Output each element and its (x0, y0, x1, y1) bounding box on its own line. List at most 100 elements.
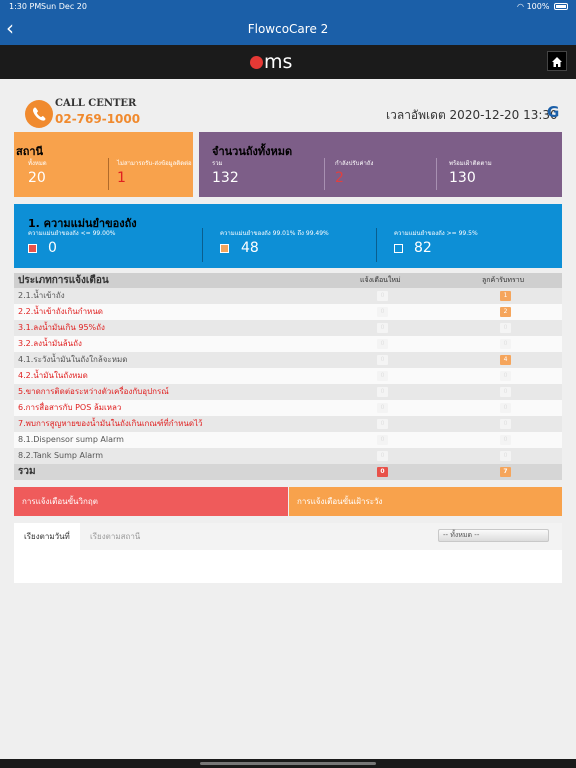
ack-count: 4 (500, 355, 511, 365)
table-row[interactable]: 3.1.ลงน้ำมันเกิน 95%ถัง 0 0 (14, 320, 562, 336)
tanks-adjust-label: กำลังปรับค่าถัง (335, 160, 374, 167)
new-count: 0 (377, 435, 388, 445)
alert-table: ประเภทการแจ้งเตือน แจ้งเตือนใหม่ ลูกค้าร… (14, 273, 562, 480)
update-time: เวลาอัพเดต 2020-12-20 13:30 (386, 108, 558, 122)
call-center-bar: CALL CENTER 02-769-1000 เวลาอัพเดต 2020-… (14, 95, 562, 131)
col-ack-header: ลูกค้ารับทราบ (482, 276, 525, 284)
home-indicator-bar (0, 759, 576, 768)
table-row[interactable]: 4.2.น้ำมันในถังหมด 0 0 (14, 368, 562, 384)
battery-percent: 100% (526, 2, 550, 11)
sort-panel: เรียงตามวันที่ เรียงตามสถานี -- ทั้งหมด … (14, 523, 562, 583)
row-label: 5.ขาดการติดต่อระหว่างตัวเครื่องกับอุปกรณ… (18, 387, 169, 396)
accuracy-high-label: ความแม่นยำของถัง >= 99.5% (394, 230, 478, 237)
accuracy-mid-value: 48 (241, 240, 259, 256)
tanks-ready-value: 130 (449, 170, 476, 186)
table-row[interactable]: 6.การสื่อสารกับ POS ล้มเหลว 0 0 (14, 400, 562, 416)
tab-sort-by-station[interactable]: เรียงตามสถานี (80, 523, 200, 550)
total-ack-count: 7 (500, 467, 511, 477)
critical-alerts-button[interactable]: การแจ้งเตือนขั้นวิกฤต (14, 487, 288, 516)
accuracy-high-value: 82 (414, 240, 432, 256)
accuracy-low-value: 0 (48, 240, 57, 256)
tanks-card[interactable]: จำนวนถังทั้งหมด รวม 132 กำลังปรับค่าถัง … (199, 132, 562, 197)
divider (324, 158, 325, 190)
row-label: 7.พบการสูญหายของน้ำมันในถังเกินเกณฑ์ที่ก… (18, 419, 203, 428)
total-label: รวม (18, 466, 36, 477)
row-label: 2.1.น้ำเข้าถัง (18, 291, 65, 300)
table-row[interactable]: 4.1.ระวังน้ำมันในถังใกล้จะหมด 0 4 (14, 352, 562, 368)
new-count: 0 (377, 291, 388, 301)
status-right: ◠ 100% (517, 2, 568, 11)
table-row[interactable]: 2.2.น้ำเข้าถังเกินกำหนด 0 2 (14, 304, 562, 320)
row-label: 8.2.Tank Sump Alarm (18, 451, 104, 460)
table-row[interactable]: 2.1.น้ำเข้าถัง 0 1 (14, 288, 562, 304)
new-count: 0 (377, 323, 388, 333)
home-button[interactable] (547, 51, 567, 71)
ack-count: 0 (500, 451, 511, 461)
ack-count: 0 (500, 339, 511, 349)
tab-sort-by-date[interactable]: เรียงตามวันที่ (14, 523, 80, 550)
new-count: 0 (377, 451, 388, 461)
ack-count: 0 (500, 371, 511, 381)
new-count: 0 (377, 307, 388, 317)
divider (108, 158, 109, 190)
tanks-total-label: รวม (212, 160, 223, 167)
ack-count: 1 (500, 291, 511, 301)
new-count: 0 (377, 371, 388, 381)
red-square-icon (28, 244, 37, 253)
warning-alerts-button[interactable]: การแจ้งเตือนขั้นเฝ้าระวัง (289, 487, 562, 516)
new-count: 0 (377, 339, 388, 349)
table-row[interactable]: 8.2.Tank Sump Alarm 0 0 (14, 448, 562, 464)
accuracy-card[interactable]: 1. ความแม่นยำของถัง ความแม่นยำของถัง <= … (14, 204, 562, 268)
row-label: 3.1.ลงน้ำมันเกิน 95%ถัง (18, 323, 105, 332)
phone-icon[interactable] (25, 100, 53, 128)
wifi-icon: ◠ (517, 2, 525, 11)
ack-count: 0 (500, 435, 511, 445)
stations-card[interactable]: สถานี ทั้งหมด 20 ไม่สามารถรับ-ส่งข้อมูลต… (14, 132, 193, 197)
orange-square-icon (220, 244, 229, 253)
station-filter-select[interactable]: -- ทั้งหมด -- (438, 529, 549, 542)
row-label: 3.2.ลงน้ำมันล้นถัง (18, 339, 82, 348)
status-time: 1:30 PM (9, 2, 42, 11)
new-count: 0 (377, 387, 388, 397)
call-center-title: CALL CENTER (55, 98, 137, 109)
table-row[interactable]: 5.ขาดการติดต่อระหว่างตัวเครื่องกับอุปกรณ… (14, 384, 562, 400)
divider (376, 228, 377, 262)
tanks-ready-label: พร้อมเฝ้าติดตาม (449, 160, 492, 167)
status-bar: 1:30 PM Sun Dec 20 ◠ 100% (0, 0, 576, 14)
col-new-header: แจ้งเตือนใหม่ (360, 276, 401, 284)
alert-type-header: ประเภทการแจ้งเตือน (18, 275, 109, 286)
home-indicator[interactable] (200, 762, 376, 765)
brand-bar: ms (0, 45, 576, 79)
new-count: 0 (377, 419, 388, 429)
divider (436, 158, 437, 190)
table-row[interactable]: 7.พบการสูญหายของน้ำมันในถังเกินเกณฑ์ที่ก… (14, 416, 562, 432)
row-label: 2.2.น้ำเข้าถังเกินกำหนด (18, 307, 103, 316)
call-center-number[interactable]: 02-769-1000 (55, 112, 140, 126)
ack-count: 0 (500, 387, 511, 397)
page-title: FlowcoCare 2 (247, 22, 329, 36)
accuracy-mid-label: ความแม่นยำของถัง 99.01% ถึง 99.49% (220, 230, 329, 237)
row-label: 8.1.Dispensor sump Alarm (18, 435, 124, 444)
status-date: Sun Dec 20 (41, 2, 87, 11)
green-square-icon (394, 244, 403, 253)
stations-total-label: ทั้งหมด (28, 160, 47, 167)
table-header: ประเภทการแจ้งเตือน แจ้งเตือนใหม่ ลูกค้าร… (14, 273, 562, 288)
stations-noconn-label: ไม่สามารถรับ-ส่งข้อมูลติดต่อ (117, 160, 192, 167)
ack-count: 0 (500, 403, 511, 413)
table-row[interactable]: 3.2.ลงน้ำมันล้นถัง 0 0 (14, 336, 562, 352)
row-label: 6.การสื่อสารกับ POS ล้มเหลว (18, 403, 122, 412)
new-count: 0 (377, 403, 388, 413)
table-total-row: รวม 0 7 (14, 464, 562, 480)
table-row[interactable]: 8.1.Dispensor sump Alarm 0 0 (14, 432, 562, 448)
tanks-adjust-value: 2 (335, 170, 344, 186)
new-count: 0 (377, 355, 388, 365)
total-new-count: 0 (377, 467, 388, 477)
ams-logo: ms (250, 51, 292, 73)
accuracy-low-label: ความแม่นยำของถัง <= 99.00% (28, 230, 116, 237)
row-label: 4.1.ระวังน้ำมันในถังใกล้จะหมด (18, 355, 128, 364)
ack-count: 0 (500, 419, 511, 429)
ack-count: 2 (500, 307, 511, 317)
divider (202, 228, 203, 262)
tanks-total-value: 132 (212, 170, 239, 186)
refresh-icon[interactable]: G (547, 103, 559, 121)
